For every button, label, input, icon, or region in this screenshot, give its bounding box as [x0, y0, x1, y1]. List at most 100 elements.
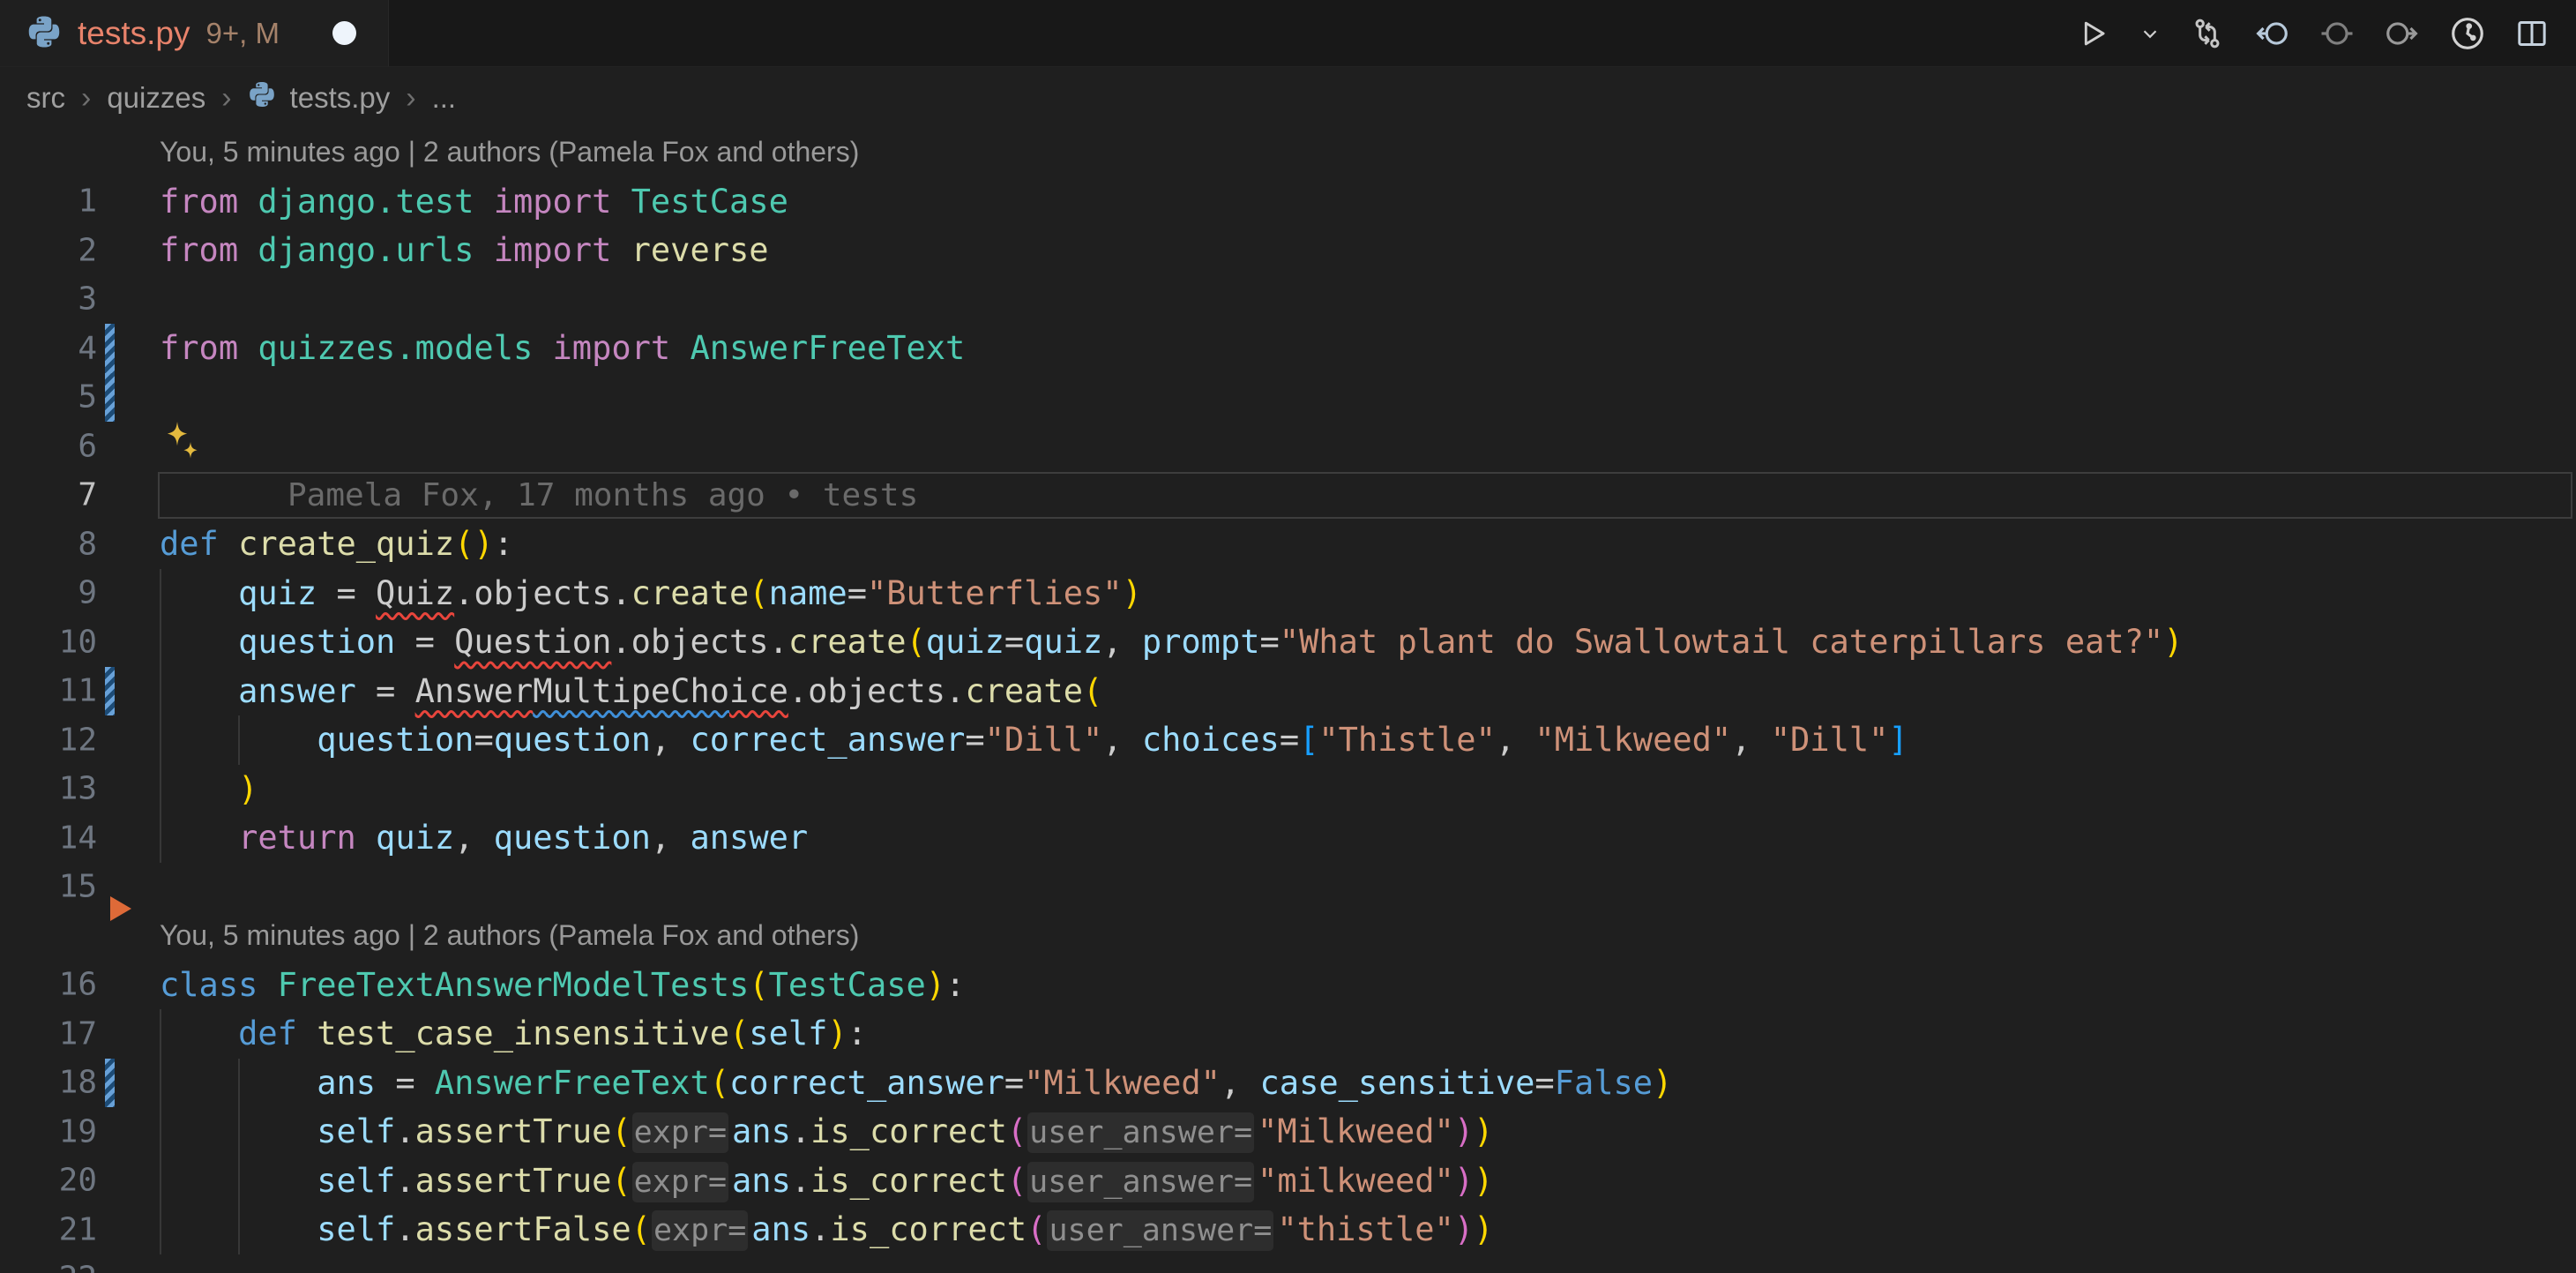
code-line[interactable]: 14 return quiz, question, answer: [0, 813, 2576, 863]
code-line[interactable]: 4 from quizzes.models import AnswerFreeTe…: [0, 324, 2576, 373]
codelens-text[interactable]: You, 5 minutes ago | 2 authors (Pamela F…: [160, 919, 859, 952]
code-line[interactable]: 13 ): [0, 765, 2576, 814]
code-text[interactable]: ans = AnswerFreeText(correct_answer="Mil…: [160, 1064, 1672, 1102]
line-number[interactable]: 9: [78, 575, 97, 611]
line-number[interactable]: 5: [78, 379, 97, 416]
line-number[interactable]: 20: [59, 1163, 97, 1199]
line-number[interactable]: 10: [59, 624, 97, 660]
codelens-row[interactable]: You, 5 minutes ago | 2 authors (Pamela F…: [0, 911, 2576, 961]
code-text[interactable]: from django.urls import reverse: [160, 231, 769, 269]
code-text[interactable]: self.assertFalse(expr=ans.is_correct(use…: [160, 1210, 1493, 1248]
line-number[interactable]: 19: [59, 1113, 97, 1149]
codelens-text[interactable]: You, 5 minutes ago | 2 authors (Pamela F…: [160, 136, 859, 168]
token: expr=: [652, 1210, 748, 1251]
line-number[interactable]: 16: [59, 967, 97, 1003]
code-line[interactable]: 2 from django.urls import reverse: [0, 226, 2576, 275]
line-number[interactable]: 22: [59, 1261, 97, 1273]
token: question: [238, 623, 395, 661]
gutter-change-indicator[interactable]: [105, 373, 115, 423]
code-line[interactable]: 8 def create_quiz():: [0, 520, 2576, 569]
code-text[interactable]: return quiz, question, answer: [160, 819, 808, 857]
code-line[interactable]: 7 Pamela Fox, 17 months ago • tests: [0, 471, 2576, 520]
code-line[interactable]: 17 def test_case_insensitive(self):: [0, 1009, 2576, 1059]
code-line[interactable]: 18 ans = AnswerFreeText(correct_answer="…: [0, 1059, 2576, 1108]
code-text[interactable]: ): [160, 770, 258, 808]
split-editor-button[interactable]: [2514, 16, 2550, 51]
gutter-change-indicator[interactable]: [105, 324, 115, 373]
token: .: [810, 1210, 830, 1248]
code-text[interactable]: quiz = Quiz.objects.create(name="Butterf…: [160, 574, 1142, 612]
line-number[interactable]: 3: [78, 281, 97, 318]
line-number[interactable]: 11: [59, 673, 97, 709]
token: [160, 1064, 317, 1102]
code-line[interactable]: 22: [0, 1254, 2576, 1273]
line-number[interactable]: 4: [78, 330, 97, 366]
token: answer: [238, 672, 356, 710]
line-number[interactable]: 21: [59, 1211, 97, 1247]
gutter-change-indicator[interactable]: [105, 667, 115, 716]
code-line[interactable]: 15: [0, 863, 2576, 912]
gutter: 21: [0, 1205, 160, 1254]
code-text[interactable]: from quizzes.models import AnswerFreeTex…: [160, 329, 965, 367]
code-line[interactable]: 3: [0, 275, 2576, 325]
run-dropdown-button[interactable]: [2139, 22, 2162, 45]
line-number[interactable]: 6: [78, 428, 97, 464]
codelens-row[interactable]: You, 5 minutes ago | 2 authors (Pamela F…: [0, 128, 2576, 177]
code-line[interactable]: 20 self.assertTrue(expr=ans.is_correct(u…: [0, 1157, 2576, 1206]
tab-tests-py[interactable]: tests.py 9+, M: [0, 0, 389, 66]
code-line[interactable]: 5: [0, 373, 2576, 423]
unsaved-dot-icon[interactable]: [332, 21, 356, 45]
copilot-sparkle-icon[interactable]: [160, 420, 205, 473]
gutter: 9: [0, 569, 160, 618]
breadcrumb-item-quizzes[interactable]: quizzes: [107, 81, 205, 115]
code-line[interactable]: 16 class FreeTextAnswerModelTests(TestCas…: [0, 961, 2576, 1010]
line-number[interactable]: 12: [59, 722, 97, 758]
line-number[interactable]: 2: [78, 232, 97, 268]
gutter: 2: [0, 226, 160, 275]
code-text[interactable]: def test_case_insensitive(self):: [160, 1015, 867, 1052]
line-number[interactable]: 17: [59, 1015, 97, 1052]
gutter-change-indicator[interactable]: [105, 1059, 115, 1108]
code-text[interactable]: question=question, correct_answer="Dill"…: [160, 721, 1908, 759]
commit-graph-button[interactable]: [2449, 15, 2486, 52]
code-text[interactable]: self.assertTrue(expr=ans.is_correct(user…: [160, 1162, 1493, 1200]
breadcrumb-item-tests-py[interactable]: tests.py: [290, 81, 391, 115]
code-line[interactable]: 10 question = Question.objects.create(qu…: [0, 618, 2576, 667]
circle-arrow-right-icon: [2384, 15, 2421, 52]
breadcrumb-item-src[interactable]: src: [26, 81, 65, 115]
code-text[interactable]: def create_quiz():: [160, 525, 513, 563]
code-text[interactable]: class FreeTextAnswerModelTests(TestCase)…: [160, 966, 965, 1004]
python-icon: [26, 14, 62, 53]
token: (: [710, 1064, 729, 1102]
line-number[interactable]: 13: [59, 771, 97, 807]
inline-blame-annotation[interactable]: Pamela Fox, 17 months ago • tests: [160, 477, 918, 513]
code-line[interactable]: 19 self.assertTrue(expr=ans.is_correct(u…: [0, 1107, 2576, 1157]
code-line[interactable]: 21 self.assertFalse(expr=ans.is_correct(…: [0, 1205, 2576, 1254]
code-line[interactable]: 12 question=question, correct_answer="Di…: [0, 715, 2576, 765]
line-number[interactable]: 15: [59, 869, 97, 905]
code-text[interactable]: self.assertTrue(expr=ans.is_correct(user…: [160, 1112, 1493, 1150]
line-number[interactable]: 7: [78, 477, 97, 513]
editor[interactable]: You, 5 minutes ago | 2 authors (Pamela F…: [0, 128, 2576, 1273]
token: (: [1007, 1162, 1027, 1200]
token: =: [1534, 1064, 1554, 1102]
code-line[interactable]: 1 from django.test import TestCase: [0, 177, 2576, 227]
git-compare-button[interactable]: [2190, 16, 2225, 51]
token: ,: [1102, 721, 1142, 759]
line-number[interactable]: 14: [59, 820, 97, 856]
code-line[interactable]: 9 quiz = Quiz.objects.create(name="Butte…: [0, 569, 2576, 618]
code-text[interactable]: from django.test import TestCase: [160, 183, 788, 221]
breadcrumb-item-symbol[interactable]: ...: [432, 81, 457, 115]
code-line[interactable]: 6: [0, 422, 2576, 471]
run-button[interactable]: [2077, 17, 2110, 50]
code-text[interactable]: answer = AnswerMultipeChoice.objects.cre…: [160, 672, 1102, 710]
code-line[interactable]: 11 answer = AnswerMultipeChoice.objects.…: [0, 667, 2576, 716]
line-number[interactable]: 8: [78, 526, 97, 562]
line-number[interactable]: 18: [59, 1065, 97, 1101]
line-number[interactable]: 1: [78, 183, 97, 220]
previous-change-button[interactable]: [2253, 15, 2290, 52]
current-change-button[interactable]: [2318, 15, 2356, 52]
code-text[interactable]: question = Question.objects.create(quiz=…: [160, 623, 2184, 661]
token: [160, 1210, 317, 1248]
next-change-button[interactable]: [2384, 15, 2421, 52]
